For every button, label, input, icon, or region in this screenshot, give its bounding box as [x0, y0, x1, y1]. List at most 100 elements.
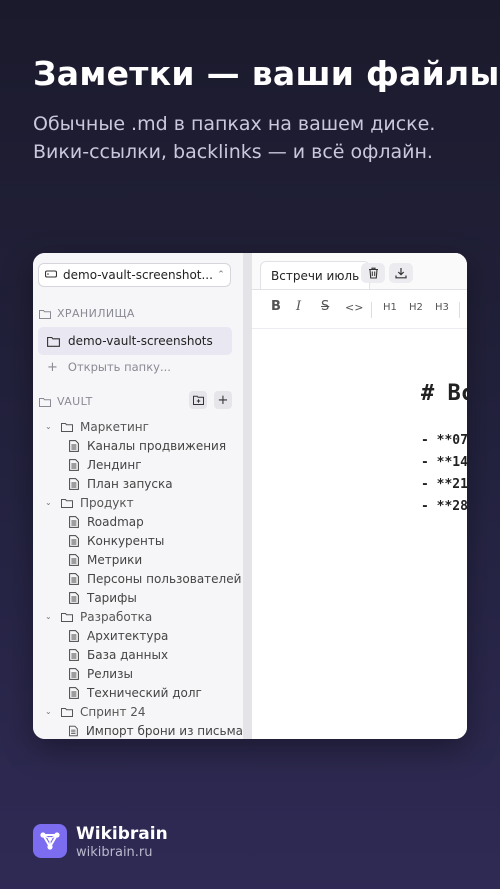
tree-item-label: Спринт 24: [80, 704, 146, 719]
brand-url: wikibrain.ru: [76, 845, 153, 860]
folder-icon: [61, 422, 73, 432]
file-icon: [69, 725, 78, 736]
note-list-line[interactable]: - **07: [421, 433, 467, 448]
hero-subtitle: Обычные .md в папках на вашем диске. Вик…: [33, 110, 435, 166]
file-icon: [69, 629, 79, 642]
note-heading[interactable]: # Вс: [421, 381, 467, 406]
file-icon: [69, 477, 79, 490]
file-icon: [69, 553, 79, 566]
tree-folder[interactable]: ⌄ Продукт: [33, 493, 243, 512]
brand-logo: [33, 824, 67, 858]
heading1-button[interactable]: H1: [383, 302, 397, 313]
tree-file[interactable]: Релизы: [33, 664, 243, 683]
tree-item-label: Конкуренты: [87, 533, 165, 548]
sidebar-resize-handle[interactable]: [243, 253, 252, 739]
tree-file[interactable]: Технический долг: [33, 683, 243, 702]
vault-selector[interactable]: demo-vault-screenshot... ⌃: [38, 263, 231, 287]
tree-file[interactable]: Roadmap: [33, 512, 243, 531]
tree-item-label: Персоны пользователей: [87, 571, 242, 586]
open-folder-button[interactable]: + Открыть папку...: [47, 360, 171, 375]
file-icon: [69, 686, 79, 699]
file-icon: [69, 591, 79, 604]
trash-icon: [368, 267, 378, 279]
tree-item-label: Разработка: [80, 609, 153, 624]
folder-icon: [61, 612, 73, 622]
bold-button[interactable]: B: [271, 299, 281, 314]
tree-item-label: Метрики: [87, 552, 143, 567]
hero-subtitle-line-2: Вики-ссылки, backlinks — и всё офлайн.: [33, 141, 433, 163]
vault-header: VAULT: [39, 395, 93, 408]
file-icon: [69, 667, 79, 680]
tree-file[interactable]: База данных: [33, 645, 243, 664]
file-icon: [69, 648, 79, 661]
tree-item-label: Импорт брони из письма: [85, 723, 243, 738]
toolbar-divider: [371, 302, 372, 318]
delete-note-button[interactable]: [361, 263, 385, 283]
tree-item-label: Маркетинг: [80, 419, 149, 434]
vault-selector-value: demo-vault-screenshot...: [63, 268, 212, 282]
heading3-button[interactable]: H3: [435, 302, 449, 313]
storage-item-demo-vault[interactable]: demo-vault-screenshots: [38, 327, 232, 355]
chevron-down-icon: ⌄: [45, 498, 52, 507]
plus-icon: +: [47, 360, 58, 375]
tree-file[interactable]: Тарифы: [33, 588, 243, 607]
storage-item-label: demo-vault-screenshots: [68, 334, 213, 348]
tree-item-label: Лендинг: [87, 457, 142, 472]
file-icon: [69, 439, 79, 452]
tree-file[interactable]: Лендинг: [33, 455, 243, 474]
tree-file[interactable]: Каналы продвижения: [33, 436, 243, 455]
file-icon: [69, 458, 79, 471]
storage-header: ХРАНИЛИЩА: [39, 307, 135, 320]
tree-item-label: Каналы продвижения: [87, 438, 227, 453]
tree-file[interactable]: Персоны пользователей: [33, 569, 243, 588]
graph-logo-icon: [40, 832, 60, 850]
code-button[interactable]: <>: [345, 301, 363, 314]
new-note-button[interactable]: +: [214, 391, 232, 409]
tree-file[interactable]: Метрики: [33, 550, 243, 569]
chevron-down-icon: ⌄: [45, 707, 52, 716]
tree-file[interactable]: Архитектура: [33, 626, 243, 645]
folder-plus-icon: [192, 395, 204, 405]
tree-file[interactable]: Импорт брони из письма: [33, 721, 243, 739]
note-list-line[interactable]: - **14: [421, 455, 467, 470]
tree-file[interactable]: Конкуренты: [33, 531, 243, 550]
heading2-button[interactable]: H2: [409, 302, 423, 313]
note-list-line[interactable]: - **28: [421, 499, 467, 514]
tree-item-label: Roadmap: [87, 514, 144, 529]
tree-item-label: Релизы: [87, 666, 133, 681]
folder-icon: [61, 498, 73, 508]
chevron-down-icon: ⌄: [45, 422, 52, 431]
plus-icon: +: [217, 392, 229, 408]
tree-item-label: План запуска: [87, 476, 173, 491]
app-window: demo-vault-screenshot... ⌃ ХРАНИЛИЩА dem…: [33, 253, 467, 739]
hero-subtitle-line-1: Обычные .md в папках на вашем диске.: [33, 113, 436, 135]
tree-item-label: База данных: [87, 647, 169, 662]
storage-header-label: ХРАНИЛИЩА: [57, 307, 135, 320]
toolbar-divider: [459, 302, 460, 318]
download-button[interactable]: [389, 263, 413, 283]
vault-header-label: VAULT: [57, 395, 93, 408]
editor-pane: Встречи июль B I S <> H1 H2 H3 # Вс - **…: [252, 253, 467, 739]
chevron-down-icon: ⌄: [45, 612, 52, 621]
tab-bar: Встречи июль: [252, 253, 467, 290]
tree-folder[interactable]: ⌄ Спринт 24: [33, 702, 243, 721]
tree-file[interactable]: План запуска: [33, 474, 243, 493]
hero-title: Заметки — ваши файлы: [33, 54, 500, 93]
file-icon: [69, 534, 79, 547]
italic-button[interactable]: I: [296, 299, 301, 314]
tab-meetings-july[interactable]: Встречи июль: [260, 261, 371, 289]
sidebar: demo-vault-screenshot... ⌃ ХРАНИЛИЩА dem…: [33, 253, 243, 739]
folder-icon: [39, 309, 51, 319]
tree-item-label: Технический долг: [87, 685, 202, 700]
brand-name: Wikibrain: [76, 824, 168, 844]
tree-item-label: Продукт: [80, 495, 134, 510]
folder-icon: [47, 336, 60, 347]
note-list-line[interactable]: - **21: [421, 477, 467, 492]
tree-folder[interactable]: ⌄ Маркетинг: [33, 417, 243, 436]
folder-icon: [61, 707, 73, 717]
new-folder-button[interactable]: [189, 391, 207, 409]
strikethrough-button[interactable]: S: [321, 299, 329, 314]
format-toolbar: B I S <> H1 H2 H3: [252, 290, 467, 329]
file-icon: [69, 515, 79, 528]
tree-folder[interactable]: ⌄ Разработка: [33, 607, 243, 626]
